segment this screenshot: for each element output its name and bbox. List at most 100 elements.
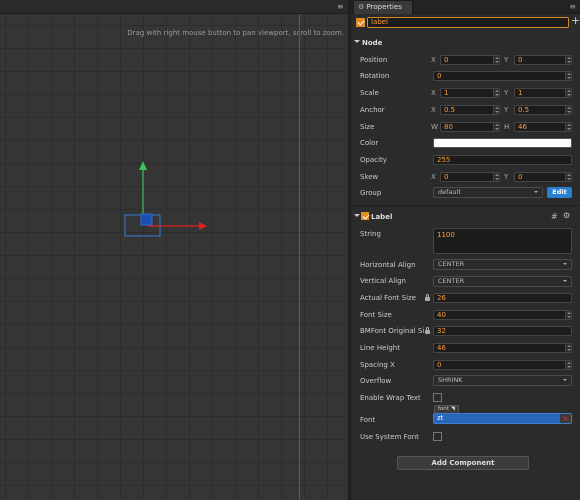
line-height-label: Line Height bbox=[360, 344, 400, 352]
gear-icon[interactable]: ⚙ bbox=[563, 211, 570, 220]
height-axis-label: H bbox=[504, 123, 510, 131]
bmfont-original-size-label: BMFont Original Si... bbox=[360, 327, 431, 335]
stepper-icon[interactable] bbox=[493, 173, 499, 181]
color-picker-swatch[interactable] bbox=[433, 138, 572, 148]
add-icon[interactable]: + bbox=[571, 14, 580, 27]
horizontal-align-select[interactable]: CENTER bbox=[433, 259, 572, 270]
x-axis-label: X bbox=[431, 106, 436, 114]
stepper-icon[interactable] bbox=[565, 173, 571, 181]
skew-label: Skew bbox=[360, 173, 379, 181]
actual-font-size-label: Actual Font Size bbox=[360, 294, 416, 302]
font-size-label: Font Size bbox=[360, 311, 392, 319]
enable-wrap-text-label: Enable Wrap Text bbox=[360, 394, 421, 402]
scale-label: Scale bbox=[360, 89, 379, 97]
stepper-icon[interactable] bbox=[565, 311, 571, 319]
size-label: Size bbox=[360, 123, 375, 131]
tab-label: Properties bbox=[366, 3, 402, 11]
position-y-input[interactable]: 0 bbox=[514, 55, 572, 65]
x-axis-label: X bbox=[431, 56, 436, 64]
rotation-label: Rotation bbox=[360, 72, 390, 80]
color-label: Color bbox=[360, 139, 379, 147]
skew-y-input[interactable]: 0 bbox=[514, 172, 572, 182]
size-width-input[interactable]: 80 bbox=[440, 122, 500, 132]
opacity-input[interactable]: 255 bbox=[433, 155, 572, 165]
transform-gizmo[interactable] bbox=[0, 0, 348, 500]
stepper-icon[interactable] bbox=[493, 123, 499, 131]
y-axis-arrow-icon bbox=[139, 161, 147, 170]
y-axis-label: Y bbox=[504, 89, 509, 97]
gear-icon: ⚙ bbox=[358, 3, 365, 11]
stepper-icon[interactable] bbox=[493, 89, 499, 97]
stepper-icon[interactable] bbox=[493, 106, 499, 114]
size-height-input[interactable]: 46 bbox=[514, 122, 572, 132]
bmfont-original-size-input: 32 bbox=[433, 326, 572, 336]
actual-font-size-input: 26 bbox=[433, 293, 572, 303]
group-edit-button[interactable]: Edit bbox=[547, 187, 572, 198]
collapse-arrow-icon bbox=[354, 40, 360, 43]
font-size-input[interactable]: 40 bbox=[433, 310, 572, 320]
anchor-x-input[interactable]: 0.5 bbox=[440, 105, 500, 115]
font-asset-field[interactable]: zt × bbox=[433, 413, 572, 424]
overflow-label: Overflow bbox=[360, 377, 392, 385]
section-title: Label bbox=[371, 213, 393, 221]
use-system-font-label: Use System Font bbox=[360, 433, 419, 441]
node-section-header[interactable]: Node bbox=[351, 37, 580, 49]
stepper-icon[interactable] bbox=[565, 106, 571, 114]
tab-properties[interactable]: ⚙ Properties bbox=[353, 0, 413, 14]
width-axis-label: W bbox=[431, 123, 438, 131]
x-axis-label: X bbox=[431, 89, 436, 97]
overflow-select[interactable]: SHRINK bbox=[433, 375, 572, 386]
scale-y-input[interactable]: 1 bbox=[514, 88, 572, 98]
anchor-point bbox=[140, 213, 153, 226]
stepper-icon[interactable] bbox=[565, 344, 571, 352]
vertical-align-label: Vertical Align bbox=[360, 277, 406, 285]
panel-tab-bar: ⚙ Properties ≡ bbox=[351, 0, 580, 14]
section-title: Node bbox=[362, 39, 383, 47]
group-select[interactable]: default bbox=[433, 187, 543, 198]
stepper-icon[interactable] bbox=[565, 56, 571, 64]
y-axis-label: Y bbox=[504, 173, 509, 181]
font-label: Font bbox=[360, 416, 376, 424]
stepper-icon[interactable] bbox=[565, 361, 571, 369]
vertical-align-select[interactable]: CENTER bbox=[433, 276, 572, 287]
node-name-input[interactable]: label bbox=[367, 17, 569, 28]
lock-icon bbox=[425, 294, 430, 301]
group-label: Group bbox=[360, 189, 382, 197]
stepper-icon[interactable] bbox=[565, 72, 571, 80]
lock-icon bbox=[425, 327, 430, 334]
anchor-label: Anchor bbox=[360, 106, 385, 114]
properties-panel: ⚙ Properties ≡ label + Node Position X 0… bbox=[351, 0, 580, 500]
spacing-x-input[interactable]: 0 bbox=[433, 360, 572, 370]
component-enabled-checkbox[interactable] bbox=[361, 212, 369, 220]
chevron-down-icon bbox=[534, 191, 538, 193]
node-active-checkbox[interactable] bbox=[356, 18, 365, 27]
section-divider bbox=[351, 205, 580, 206]
menu-icon[interactable]: ≡ bbox=[569, 2, 576, 11]
line-height-input[interactable]: 46 bbox=[433, 343, 572, 353]
stepper-icon[interactable] bbox=[565, 123, 571, 131]
stepper-icon[interactable] bbox=[565, 89, 571, 97]
anchor-y-input[interactable]: 0.5 bbox=[514, 105, 572, 115]
position-label: Position bbox=[360, 56, 388, 64]
y-axis-label: Y bbox=[504, 56, 509, 64]
rotation-input[interactable]: 0 bbox=[433, 71, 572, 81]
chevron-down-icon bbox=[563, 280, 567, 282]
help-icon[interactable]: # bbox=[551, 212, 558, 221]
label-section-header[interactable]: Label # ⚙ bbox=[351, 211, 580, 223]
scene-viewport[interactable]: ≡ Drag with right mouse button to pan vi… bbox=[0, 0, 348, 500]
x-axis-arrow-icon bbox=[199, 222, 207, 230]
use-system-font-checkbox[interactable] bbox=[433, 432, 442, 441]
stepper-icon[interactable] bbox=[493, 56, 499, 64]
add-component-button[interactable]: Add Component bbox=[397, 456, 529, 470]
collapse-arrow-icon bbox=[354, 214, 360, 217]
string-textarea[interactable]: 1100 bbox=[433, 228, 572, 254]
scale-x-input[interactable]: 1 bbox=[440, 88, 500, 98]
string-label: String bbox=[360, 230, 381, 238]
opacity-label: Opacity bbox=[360, 156, 387, 164]
y-axis-label: Y bbox=[504, 106, 509, 114]
skew-x-input[interactable]: 0 bbox=[440, 172, 500, 182]
x-axis-label: X bbox=[431, 173, 436, 181]
enable-wrap-text-checkbox[interactable] bbox=[433, 393, 442, 402]
position-x-input[interactable]: 0 bbox=[440, 55, 500, 65]
clear-icon[interactable]: × bbox=[560, 414, 571, 423]
